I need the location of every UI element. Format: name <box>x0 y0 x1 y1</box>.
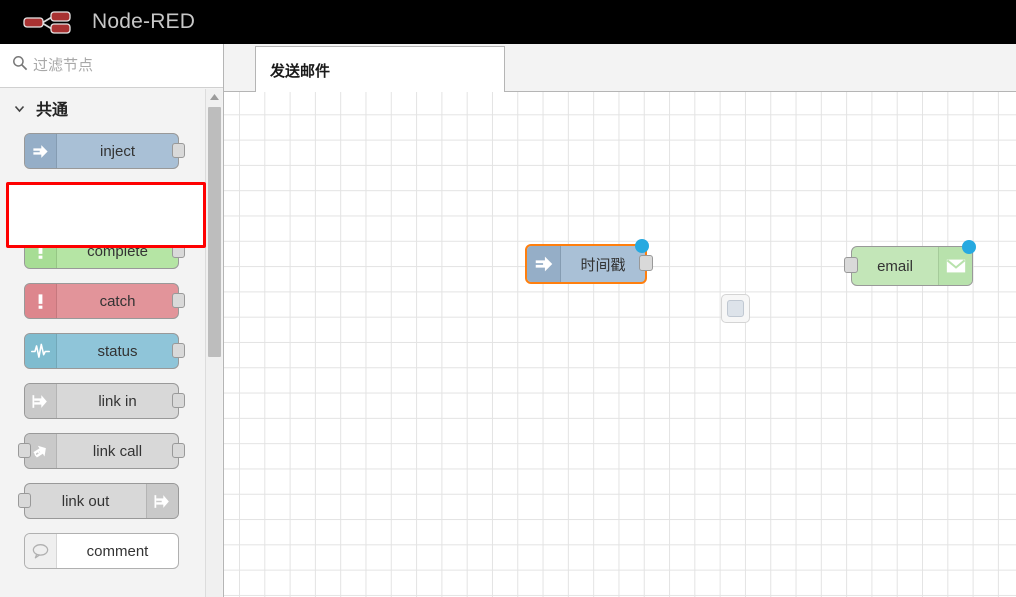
inject-trigger-inner <box>727 300 744 317</box>
flow-node-output-port[interactable] <box>639 255 653 271</box>
palette-search-bar[interactable] <box>0 44 223 88</box>
palette-node-link-call[interactable]: link call <box>0 433 223 483</box>
palette-node-inject[interactable]: inject <box>0 133 223 183</box>
palette-node-list: 共通 injectdebugcompletecatchstatuslink in… <box>0 89 223 597</box>
palette-node-body[interactable]: comment <box>24 533 179 569</box>
palette-node-label: status <box>97 342 138 360</box>
palette-node-label: link in <box>98 392 137 410</box>
palette-node-label: inject <box>99 142 136 160</box>
palette-category-common[interactable]: 共通 <box>0 89 223 127</box>
palette-node-link-out[interactable]: link out <box>0 483 223 533</box>
flow-node-email[interactable]: email <box>844 240 976 286</box>
palette-node-status[interactable]: status <box>0 333 223 383</box>
palette-node-label: link out <box>61 492 110 510</box>
tab-label: 发送邮件 <box>270 62 331 80</box>
palette-node-label: link call <box>92 442 143 460</box>
palette-category-label: 共通 <box>36 102 69 119</box>
inject-arrow-icon <box>527 246 561 282</box>
palette-scrollbar[interactable] <box>205 89 222 597</box>
palette-node-link-in[interactable]: link in <box>0 383 223 433</box>
node-palette: 共通 injectdebugcompletecatchstatuslink in… <box>0 44 224 597</box>
pulse-icon <box>25 334 57 368</box>
palette-node-body[interactable]: link call <box>18 433 185 469</box>
node-red-logo-icon <box>20 7 86 37</box>
palette-node-input-port <box>18 493 31 508</box>
flow-canvas[interactable]: 时间戳 email <box>224 92 1016 597</box>
flow-tab-bar: 发送邮件 <box>224 44 1016 93</box>
palette-node-label: catch <box>99 292 136 310</box>
flow-node-label: 时间戳 <box>580 256 626 274</box>
palette-node-input-port <box>18 443 31 458</box>
chevron-down-icon <box>12 101 27 116</box>
palette-node-output-port <box>172 443 185 458</box>
inject-node-highlight-box <box>6 182 206 248</box>
palette-node-body[interactable]: link in <box>24 383 185 419</box>
palette-node-catch[interactable]: catch <box>0 283 223 333</box>
app-title: Node-RED <box>92 10 196 33</box>
inject-trigger-button[interactable] <box>721 294 750 323</box>
palette-node-comment[interactable]: comment <box>0 533 223 583</box>
palette-node-output-port <box>172 393 185 408</box>
tab-send-email[interactable]: 发送邮件 <box>255 46 505 93</box>
app-header: Node-RED <box>0 0 1016 44</box>
palette-node-output-port <box>172 143 185 158</box>
node-changed-indicator <box>635 239 649 253</box>
palette-scrollbar-thumb[interactable] <box>208 107 221 357</box>
palette-node-body[interactable]: inject <box>24 133 185 169</box>
link-in-icon <box>25 384 57 418</box>
inject-arrow-icon <box>25 134 57 168</box>
exclamation-icon <box>25 284 57 318</box>
flow-node-label: email <box>877 257 913 275</box>
comment-bubble-icon <box>25 534 57 568</box>
palette-node-body[interactable]: link out <box>18 483 179 519</box>
palette-node-output-port <box>172 293 185 308</box>
palette-node-output-port <box>172 343 185 358</box>
flow-node-input-port[interactable] <box>844 257 858 273</box>
palette-filter-input[interactable] <box>31 56 211 75</box>
search-icon <box>12 55 28 76</box>
node-changed-indicator <box>962 240 976 254</box>
flow-node-时间戳[interactable]: 时间戳 <box>525 239 653 284</box>
node-red-editor: Node-RED 共通 injectdebugcomple <box>0 0 1016 597</box>
scroll-up-arrow-icon[interactable] <box>206 89 223 105</box>
workspace: 发送邮件 时间戳 email <box>224 44 1016 597</box>
palette-node-body[interactable]: status <box>24 333 185 369</box>
palette-node-body[interactable]: catch <box>24 283 185 319</box>
link-out-icon <box>146 484 178 518</box>
palette-node-label: comment <box>86 542 149 560</box>
